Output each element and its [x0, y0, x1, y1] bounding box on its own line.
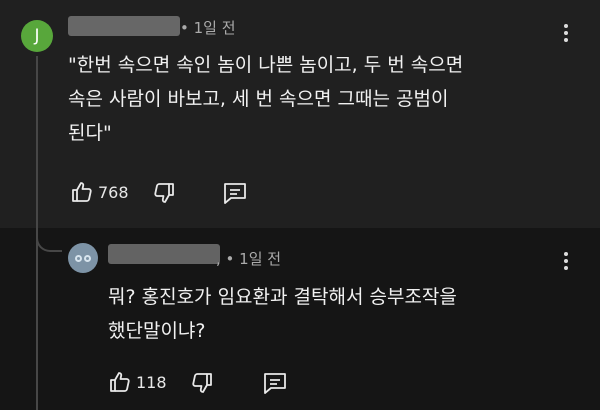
thumb-down-icon [190, 371, 214, 395]
dislike-button[interactable] [190, 371, 214, 395]
avatar[interactable]: J [21, 20, 53, 52]
reply-icon [262, 371, 288, 395]
comment-text: 뭐? 홍진호가 임요환과 결탁해서 승부조작을 했단말이냐? [108, 286, 457, 342]
like-count: 118 [136, 372, 167, 392]
like-button[interactable]: 768 [70, 180, 129, 204]
like-button[interactable]: 118 [108, 370, 167, 394]
reply-button[interactable] [262, 371, 288, 395]
comment-text: "한번 속으면 속인 놈이 나쁜 놈이고, 두 번 속으면 속은 사람이 바보고… [68, 54, 464, 144]
avatar-letter: J [34, 26, 40, 46]
thumb-down-icon [152, 181, 176, 205]
avatar[interactable] [68, 243, 98, 273]
username-redacted [108, 244, 220, 264]
thread-connector [36, 226, 62, 252]
comment-timestamp: , • 1일 전 [216, 250, 282, 268]
thumb-up-icon [70, 180, 94, 204]
thumb-up-icon [108, 370, 132, 394]
more-vert-icon[interactable] [564, 24, 568, 45]
reply-button[interactable] [222, 181, 248, 205]
username-redacted [68, 16, 180, 36]
comment-timestamp: • 1일 전 [180, 19, 236, 37]
more-vert-icon[interactable] [564, 252, 568, 273]
like-count: 768 [98, 182, 129, 202]
dislike-button[interactable] [152, 181, 176, 205]
reply-icon [222, 181, 248, 205]
